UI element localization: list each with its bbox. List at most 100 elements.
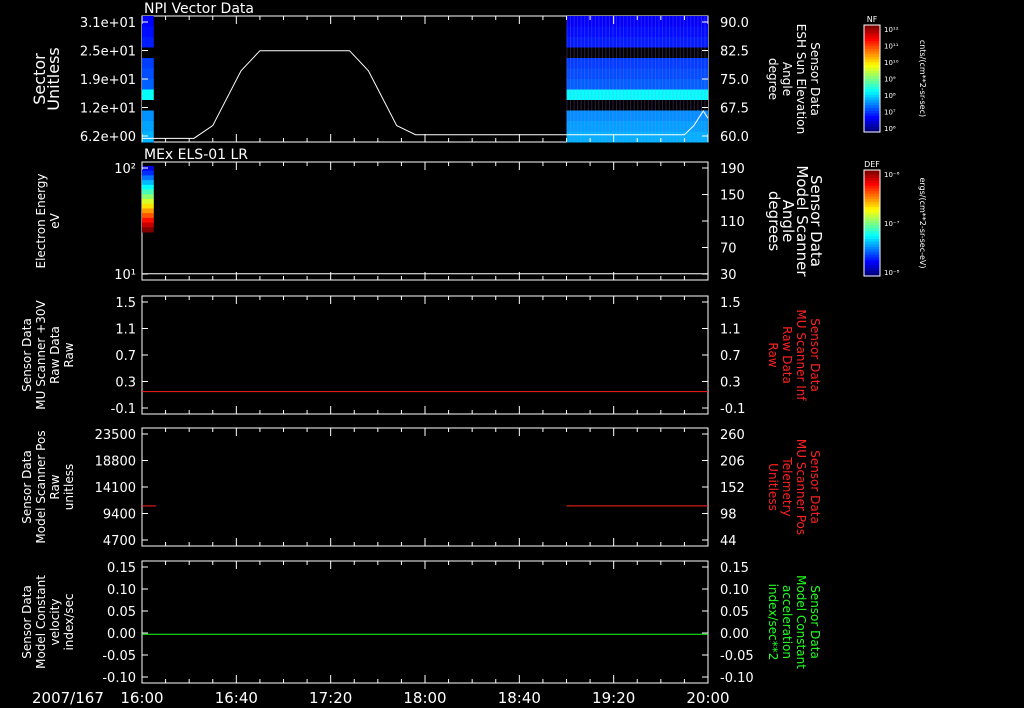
left-tick-label: 0.3	[115, 376, 136, 391]
left-tick-label: 0.7	[115, 349, 136, 364]
spectrogram-cell	[142, 175, 154, 181]
colorbar-tick-label: 10⁻⁶	[884, 171, 900, 179]
spectrogram-cell	[142, 131, 154, 143]
left-axis-label-line: unitless	[62, 464, 76, 510]
right-tick-label: 206	[720, 455, 745, 470]
spectrogram-cell	[142, 203, 154, 209]
spectrogram-cell	[142, 194, 154, 200]
spectrogram-stripe	[654, 16, 656, 142]
spectrogram-stripe	[630, 16, 632, 142]
spectrogram-cell	[142, 79, 154, 90]
spectrogram-cell	[142, 199, 154, 205]
left-axis-label-line: Model Constant	[34, 575, 48, 669]
time-axis-label: 16:00	[120, 689, 163, 707]
spectrogram-cell	[142, 89, 154, 101]
left-tick-label: 0.00	[107, 627, 136, 642]
left-tick-label: 10¹	[114, 268, 136, 283]
left-axis-label-line: Electron Energy	[34, 173, 48, 268]
left-tick-label: -0.1	[111, 402, 136, 417]
time-axis-label: 18:00	[403, 689, 446, 707]
left-tick-label: -0.05	[102, 649, 136, 664]
panel-title: MEx ELS-01 LR	[144, 147, 248, 163]
right-axis-label-line: Unitless	[766, 463, 780, 511]
colorbar-tick-label: 10⁹	[884, 76, 896, 84]
colorbar-name: NF	[867, 15, 878, 24]
right-axis-label-line: Raw Data	[780, 326, 794, 384]
colorbar-nf: NF 10¹² 10¹¹ 10¹⁰ 10⁹ 10⁸ 10⁷ 10⁶ cnts/(cm**2-sr…	[863, 15, 927, 133]
right-tick-label: 0.15	[720, 561, 749, 576]
right-tick-label: 75.0	[720, 73, 749, 88]
right-axis-label-line: Sensor Data	[808, 450, 822, 524]
right-tick-label: 44	[720, 534, 737, 549]
right-axis-label-line: ESH Sun Elevation	[794, 24, 808, 134]
right-tick-label: 190	[720, 162, 745, 177]
colorbar-tick-label: 10⁶	[884, 125, 896, 133]
colorbar-tick-label: 10⁸	[884, 92, 896, 100]
right-tick-label: 70	[720, 242, 737, 257]
right-tick-label: 260	[720, 428, 745, 443]
left-axis-label-line: Sensor Data	[20, 450, 34, 524]
left-axis-label-line: Model Scanner Pos	[34, 430, 48, 543]
spectrogram-stripe	[644, 16, 646, 142]
spectrogram-stripe	[665, 16, 667, 142]
spectrogram-stripe	[697, 16, 699, 142]
left-axis-label-line: Raw	[48, 474, 62, 499]
date-label: 2007/167	[32, 689, 104, 707]
plot-canvas: 3.1e+01 2.5e+01 1.9e+01 1.2e+01 6.2e+00 90.0 8…	[20, 1, 927, 707]
colorbar-tick-label: 10¹¹	[884, 43, 899, 51]
right-tick-label: 0.10	[720, 583, 749, 598]
panel-3: 1.5 1.1 0.7 0.3 -0.1 1.5 1.1 0.7 0.3 -0.1 Sensor D…	[20, 295, 822, 417]
spectrogram-stripe	[686, 16, 688, 142]
right-axis-label-line: Sensor Data	[808, 585, 822, 659]
spectrogram-block	[142, 166, 154, 233]
right-tick-label: -0.1	[720, 402, 745, 417]
spectrogram-cell	[142, 170, 154, 176]
right-tick-label: 0.7	[720, 349, 741, 364]
spectrogram-stripe	[570, 16, 572, 142]
left-tick-label: 18800	[95, 455, 136, 470]
right-tick-label: 60.0	[720, 130, 749, 145]
spectrogram-stripe	[669, 16, 671, 142]
right-axis-label-line: index/sec**2	[766, 584, 780, 661]
spectrogram-cell	[142, 222, 154, 228]
spectrogram-cell	[142, 100, 154, 111]
spectrogram-stripe	[616, 16, 618, 142]
spectrogram-cell	[142, 184, 154, 191]
spectrogram-cell	[142, 213, 154, 219]
left-axis-label-line: Unitless	[44, 47, 63, 111]
time-axis-label: 16:40	[215, 689, 258, 707]
left-axis-label-line: index/sec	[62, 593, 76, 650]
spectrogram-stripe	[690, 16, 692, 142]
panel-frame	[141, 560, 709, 684]
spectrogram-stripe	[577, 16, 579, 142]
colorbar-unit: cnts/(cm**2-sr-sec)	[918, 40, 927, 117]
right-axis-label-line: degrees	[765, 191, 783, 252]
spectrogram-cell	[142, 180, 154, 186]
left-tick-label: 0.05	[107, 605, 136, 620]
left-axis-label: Sensor DataModel Constantvelocityindex/s…	[20, 575, 76, 669]
colorbar-tick-label: 10⁷	[884, 109, 896, 117]
spectrogram-stripe	[700, 16, 702, 142]
spectrogram-stripe	[612, 16, 614, 142]
spectrogram-block	[566, 16, 708, 143]
left-tick-label: 9400	[103, 508, 136, 523]
panel-2: 10² 10¹ 190 150 110 70 30 MEx ELS-01 LR Electron…	[34, 147, 825, 283]
spectrogram-stripe	[676, 16, 678, 142]
panel-frame	[141, 427, 709, 547]
left-tick-label: 23500	[95, 428, 136, 443]
panel-5: 0.15 0.10 0.05 0.00 -0.05 -0.10 0.15 0.10 0.05 0.…	[20, 560, 822, 686]
right-tick-label: 152	[720, 481, 745, 496]
right-tick-label: 30	[720, 268, 737, 283]
spectrogram-stripe	[647, 16, 649, 142]
spectrogram-stripe	[651, 16, 653, 142]
left-tick-label: -0.10	[102, 671, 136, 686]
spectrogram-stripe	[584, 16, 586, 142]
right-tick-label: 0.00	[720, 627, 749, 642]
left-axis-label-line: Raw Data	[48, 326, 62, 384]
spectrogram-cell	[142, 217, 154, 224]
panel-4: 23500 18800 14100 9400 4700 260 206 152 98 44 Sens…	[20, 427, 822, 549]
left-tick-label: 10²	[114, 162, 136, 177]
spectrogram-stripe	[693, 16, 695, 142]
right-axis-label-line: Telemetry	[780, 456, 794, 516]
left-axis-label: Sensor DataModel Scanner PosRawunitless	[20, 430, 76, 543]
